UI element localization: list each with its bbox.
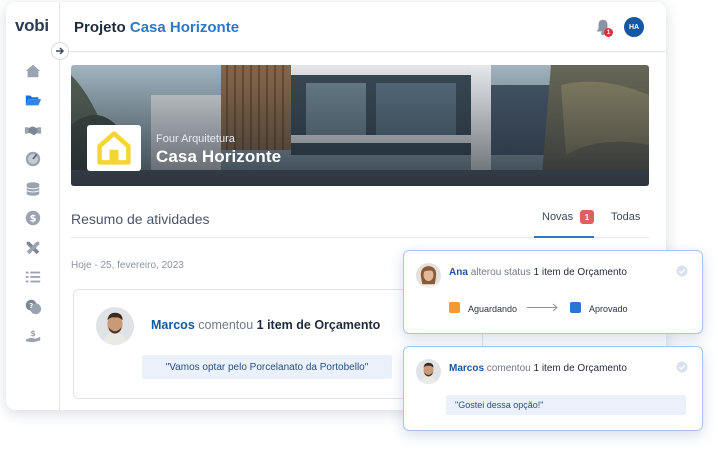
arrow-right-icon: [56, 47, 65, 55]
person-photo: [416, 263, 441, 288]
top-bar: Projeto Casa Horizonte 1 HA: [60, 2, 666, 52]
activity-text: Marcos comentou 1 item de Orçamento: [151, 318, 380, 332]
notification-badge: 1: [604, 28, 613, 37]
hand-money-icon: $: [25, 328, 41, 343]
notification-verb: alterou status: [470, 267, 531, 278]
handshake-icon: [24, 126, 42, 136]
svg-text:?: ?: [29, 301, 33, 310]
coins-icon: [26, 182, 40, 196]
arrow-right-icon: [527, 303, 558, 312]
tab-todas[interactable]: Todas: [611, 211, 640, 223]
home-icon: [25, 64, 41, 78]
page-title: Projeto Casa Horizonte: [74, 19, 239, 36]
notification-comment[interactable]: Marcos comentou 1 item de Orçamento "Gos…: [403, 346, 703, 431]
sidebar-item-projects[interactable]: [6, 86, 60, 116]
svg-text:$: $: [30, 328, 36, 338]
notification-object[interactable]: 1 item de Orçamento: [534, 267, 627, 278]
page-title-project: Casa Horizonte: [129, 19, 240, 36]
folder-open-icon: [25, 95, 42, 106]
sidebar-item-support[interactable]: ?: [6, 292, 60, 322]
notification-text: Marcos comentou 1 item de Orçamento: [449, 363, 627, 374]
activity-user-name[interactable]: Marcos: [151, 318, 195, 332]
sidebar-item-clients[interactable]: [6, 115, 60, 145]
person-photo: [96, 307, 134, 345]
avatar-ana: [416, 263, 441, 288]
sidebar-item-payments[interactable]: $: [6, 322, 60, 352]
sidebar-item-tools[interactable]: [6, 233, 60, 263]
notification-user-name[interactable]: Marcos: [449, 363, 484, 374]
status-to-label: Aprovado: [589, 304, 628, 314]
activity-section-title: Resumo de atividades: [71, 211, 210, 227]
list-icon: [25, 271, 41, 283]
person-photo: [416, 359, 441, 384]
hero-project-title: Casa Horizonte: [156, 147, 282, 166]
notification-verb: comentou: [486, 363, 531, 374]
avatar-marcos: [416, 359, 441, 384]
sidebar-item-dashboard[interactable]: [6, 145, 60, 175]
notification-object[interactable]: 1 item de Orçamento: [534, 363, 627, 374]
gauge-icon: [25, 152, 41, 167]
tab-novas[interactable]: Novas: [542, 211, 573, 223]
notification-status-change[interactable]: Ana alterou status 1 item de Orçamento A…: [403, 250, 703, 334]
project-hero-banner: Four Arquitetura Casa Horizonte: [71, 65, 649, 186]
status-transition: Aguardando Aprovado: [449, 302, 699, 316]
sidebar-item-finance[interactable]: [6, 174, 60, 204]
status-from-swatch: [449, 302, 460, 313]
notification-user-name[interactable]: Ana: [449, 267, 468, 278]
user-avatar[interactable]: HA: [624, 17, 644, 37]
project-logo: [87, 125, 141, 171]
stage: vobi $ ? $ Projeto Casa Horizonte 1 HA F…: [0, 0, 718, 460]
page-title-prefix: Projeto: [74, 19, 126, 36]
activity-comment-quote: "Vamos optar pelo Porcelanato da Portobe…: [142, 355, 392, 379]
sidebar: vobi $ ? $: [6, 2, 60, 410]
dollar-icon: $: [25, 211, 41, 226]
vobi-logo[interactable]: vobi: [15, 16, 49, 36]
chat-question-icon: ?: [25, 299, 42, 314]
activity-object[interactable]: 1 item de Orçamento: [257, 318, 381, 332]
active-tab-indicator: [534, 236, 594, 238]
notification-text: Ana alterou status 1 item de Orçamento: [449, 267, 627, 278]
svg-text:$: $: [30, 214, 37, 225]
check-circle-icon[interactable]: [676, 361, 688, 373]
activity-date: Hoje - 25, fevereiro, 2023: [71, 260, 184, 271]
tab-novas-badge: 1: [580, 210, 594, 224]
sidebar-collapse-button[interactable]: [51, 42, 69, 60]
status-from-label: Aguardando: [468, 304, 518, 314]
house-logo-icon: [97, 131, 131, 165]
hero-company: Four Arquitetura: [156, 133, 235, 145]
sidebar-nav: $ ? $: [6, 56, 60, 351]
sidebar-item-tasks[interactable]: [6, 263, 60, 293]
house-photo: [71, 65, 649, 186]
avatar-marcos: [96, 307, 134, 345]
tools-icon: [26, 241, 40, 255]
sidebar-item-budget[interactable]: $: [6, 204, 60, 234]
notification-comment-quote: "Gostei dessa opção!": [446, 395, 686, 415]
activity-verb: comentou: [198, 318, 254, 332]
sidebar-item-home[interactable]: [6, 56, 60, 86]
status-to-swatch: [570, 302, 581, 313]
check-circle-icon[interactable]: [676, 265, 688, 277]
